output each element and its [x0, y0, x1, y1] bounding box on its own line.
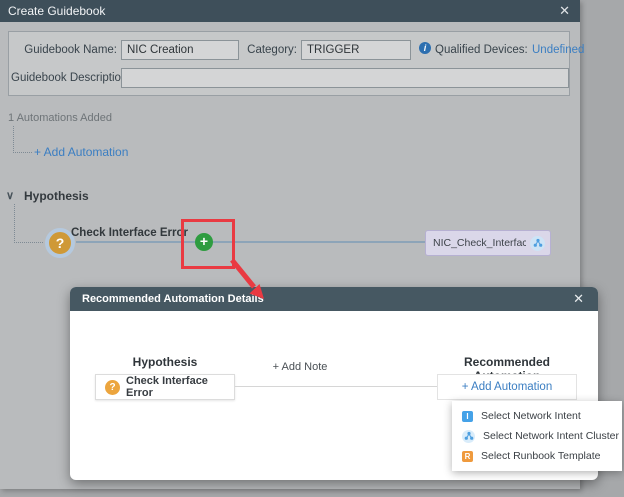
chevron-down-icon[interactable]: ∨: [6, 189, 14, 202]
network-intent-cluster-icon: [530, 236, 545, 251]
close-icon[interactable]: ✕: [559, 0, 570, 22]
guidebook-form-panel: Guidebook Name: Category: i Qualified De…: [8, 31, 570, 96]
create-guidebook-titlebar: Create Guidebook ✕: [0, 0, 580, 22]
recommended-automation-dialog: Recommended Automation Details ✕ Hypothe…: [70, 287, 598, 480]
dialog-title: Recommended Automation Details: [82, 287, 264, 311]
hypothesis-node-label: Check Interface Error: [71, 227, 188, 239]
category-label: Category:: [245, 44, 297, 56]
dialog-body: Hypothesis + Add Note Recommended Automa…: [70, 311, 598, 480]
screen: Create Guidebook ✕ Guidebook Name: Categ…: [0, 0, 624, 497]
dotted-connector: [13, 126, 32, 153]
menu-item-select-runbook-template[interactable]: R Select Runbook Template: [452, 446, 622, 466]
connector-line: [235, 386, 437, 387]
hypothesis-node-label: Check Interface Error: [126, 375, 234, 399]
menu-item-label: Select Runbook Template: [481, 450, 600, 462]
hypothesis-column-header: Hypothesis: [95, 355, 235, 369]
guidebook-name-label: Guidebook Name:: [17, 44, 117, 56]
automations-added-text: 1 Automations Added: [8, 112, 112, 124]
hypothesis-question-icon: ?: [105, 380, 120, 395]
recommended-automation-titlebar: Recommended Automation Details ✕: [70, 287, 598, 311]
menu-item-select-network-intent[interactable]: I Select Network Intent: [452, 406, 622, 426]
guidebook-description-input[interactable]: [121, 68, 569, 88]
guidebook-description-label: Guidebook Description:: [11, 72, 117, 84]
add-automation-label: + Add Automation: [462, 381, 552, 393]
hypothesis-section-header: Hypothesis: [24, 189, 89, 203]
add-automation-link[interactable]: + Add Automation: [34, 145, 128, 159]
menu-item-label: Select Network Intent: [481, 410, 581, 422]
add-note-link[interactable]: + Add Note: [230, 361, 370, 373]
connector-line: [76, 241, 426, 243]
close-icon[interactable]: ✕: [573, 287, 584, 311]
menu-item-select-network-intent-cluster[interactable]: Select Network Intent Cluster: [452, 426, 622, 446]
dialog-title: Create Guidebook: [8, 0, 105, 22]
automation-badge[interactable]: NIC_Check_Interface_M...: [425, 230, 551, 256]
annotation-highlight-box: [181, 219, 235, 269]
runbook-template-icon: R: [462, 451, 473, 462]
category-input[interactable]: [301, 40, 411, 60]
menu-item-label: Select Network Intent Cluster: [483, 430, 619, 442]
network-intent-cluster-icon: [462, 430, 475, 443]
add-automation-menu: I Select Network Intent Select Network: [452, 401, 622, 471]
dotted-connector: [14, 204, 43, 243]
info-icon: i: [419, 42, 431, 54]
network-intent-icon: I: [462, 411, 473, 422]
qualified-devices-label: Qualified Devices:: [435, 44, 528, 56]
hypothesis-node-box[interactable]: ? Check Interface Error: [95, 374, 235, 400]
add-automation-button[interactable]: + Add Automation: [437, 374, 577, 400]
qualified-devices-link[interactable]: Undefined: [532, 44, 584, 56]
guidebook-name-input[interactable]: [121, 40, 239, 60]
automation-badge-label: NIC_Check_Interface_M...: [433, 237, 526, 249]
